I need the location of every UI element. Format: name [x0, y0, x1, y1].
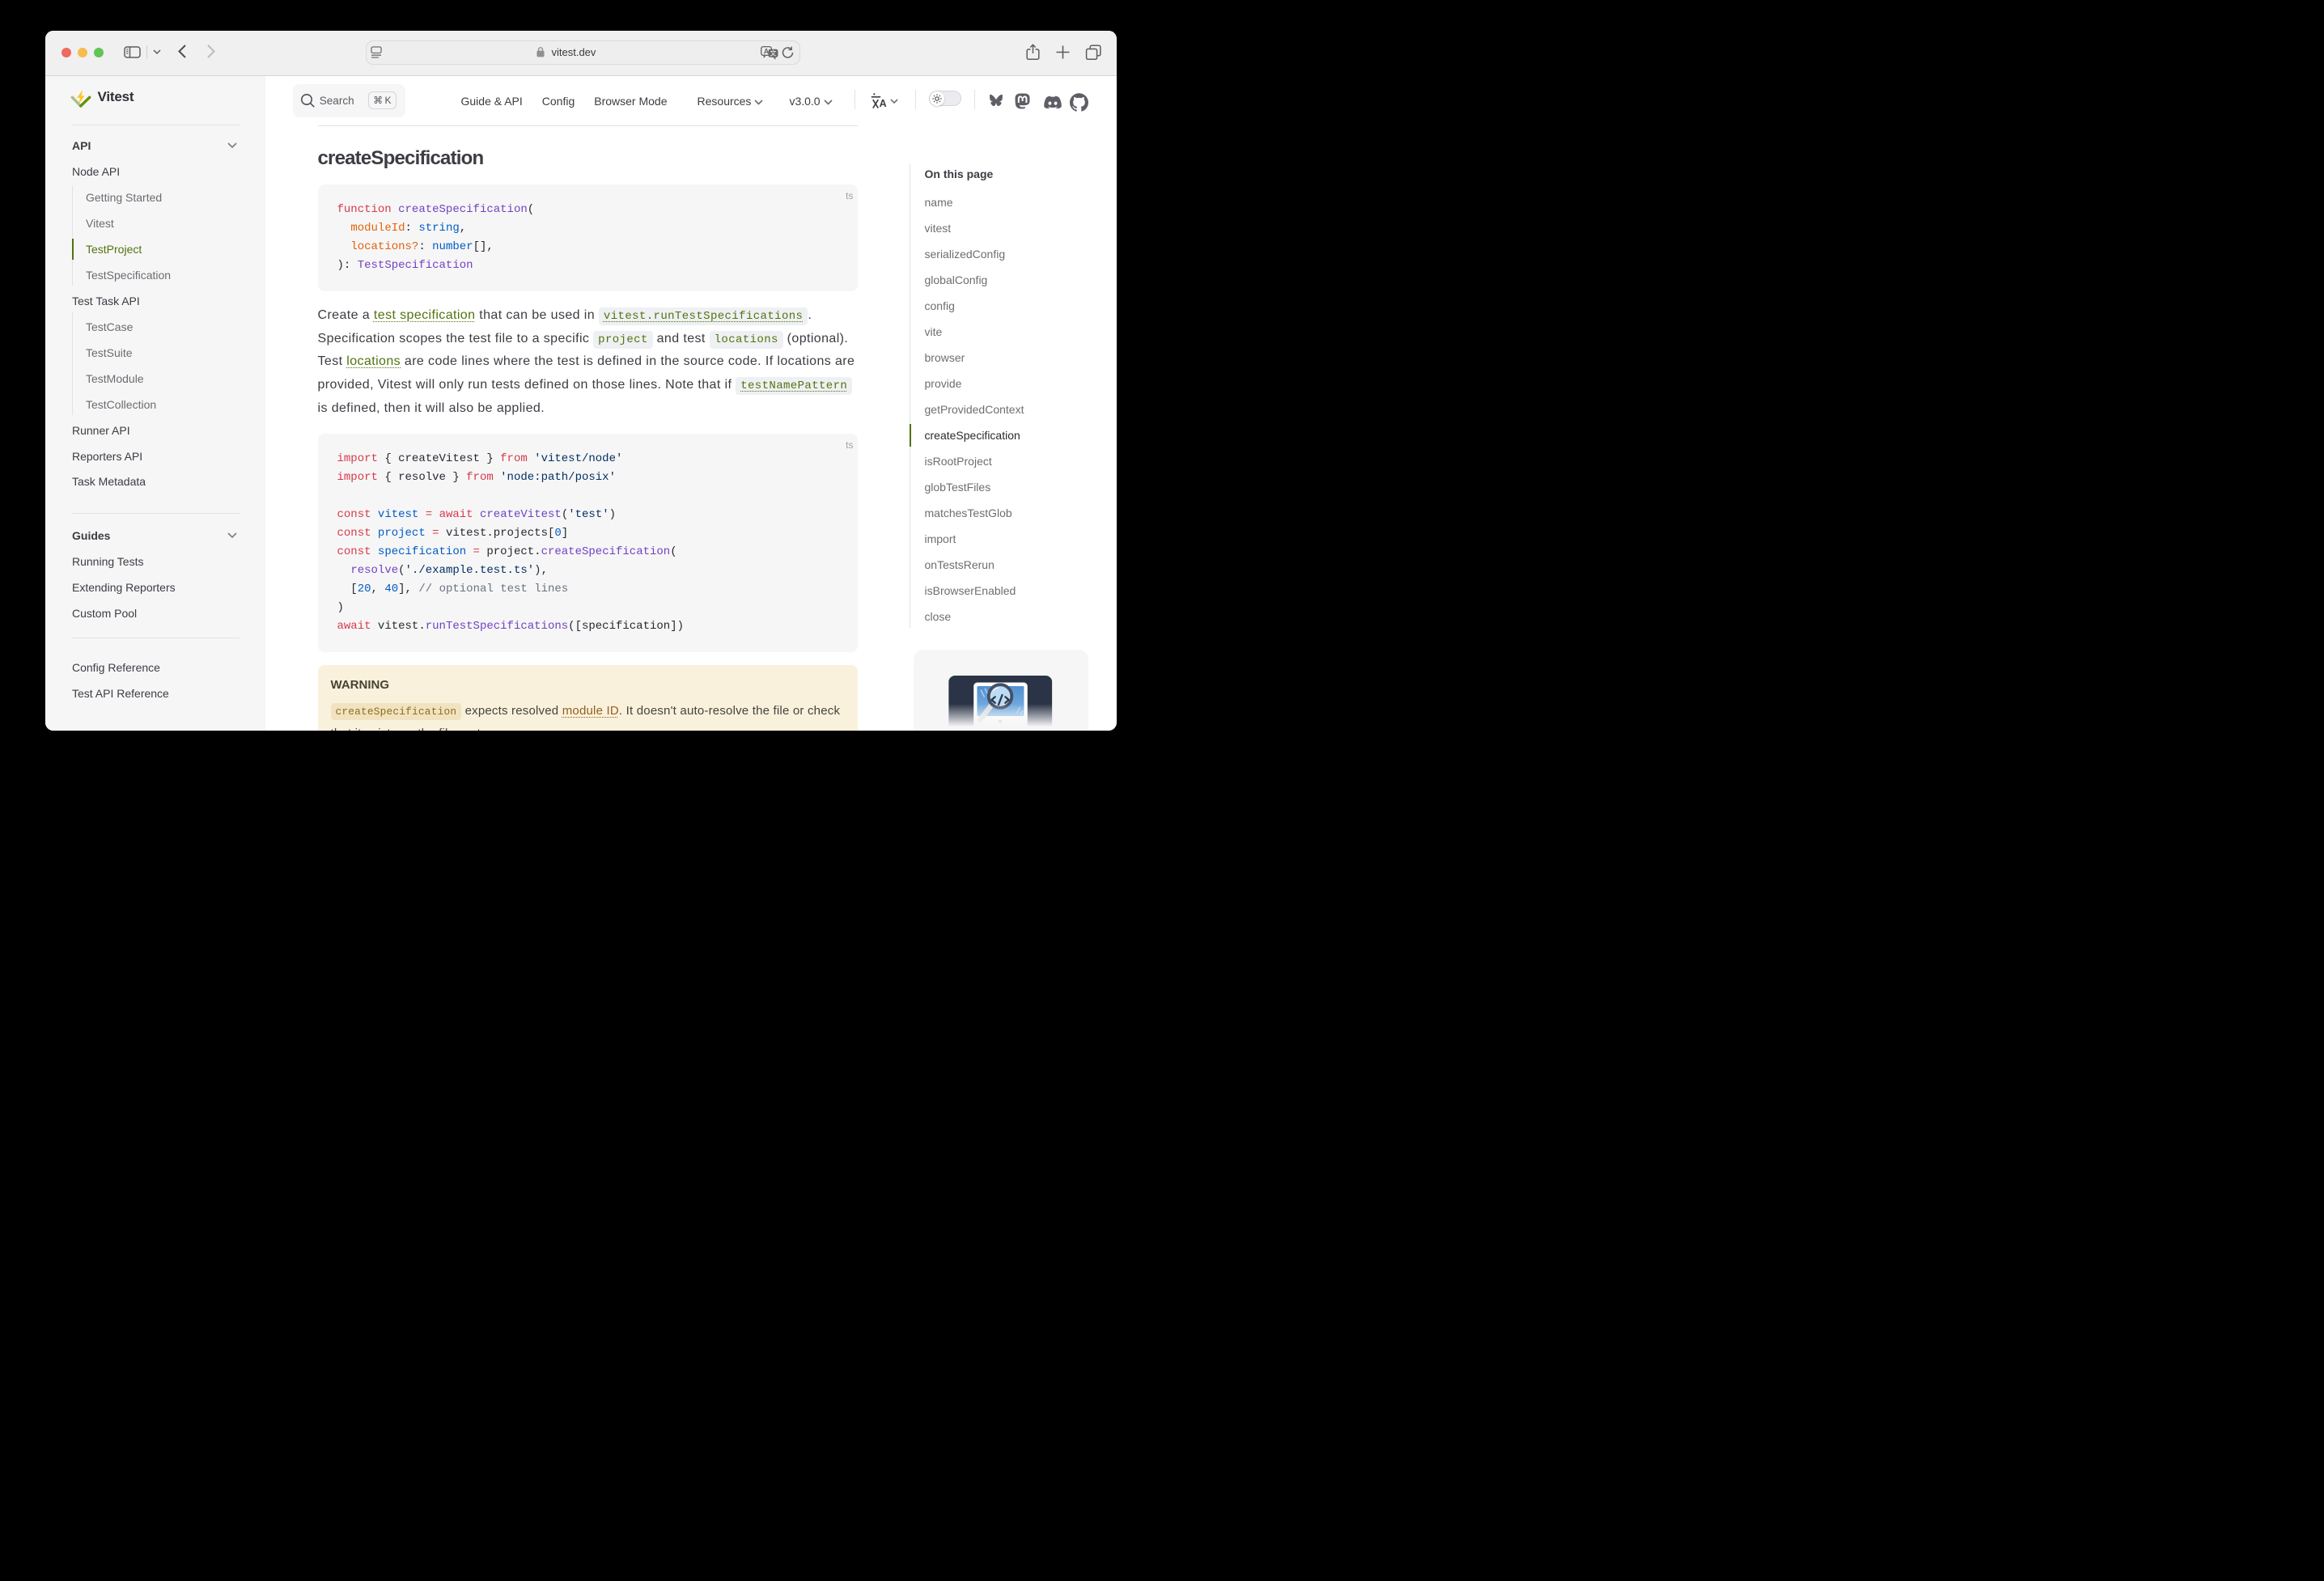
svg-text:A: A — [880, 97, 887, 108]
svg-text:文: 文 — [770, 49, 777, 57]
